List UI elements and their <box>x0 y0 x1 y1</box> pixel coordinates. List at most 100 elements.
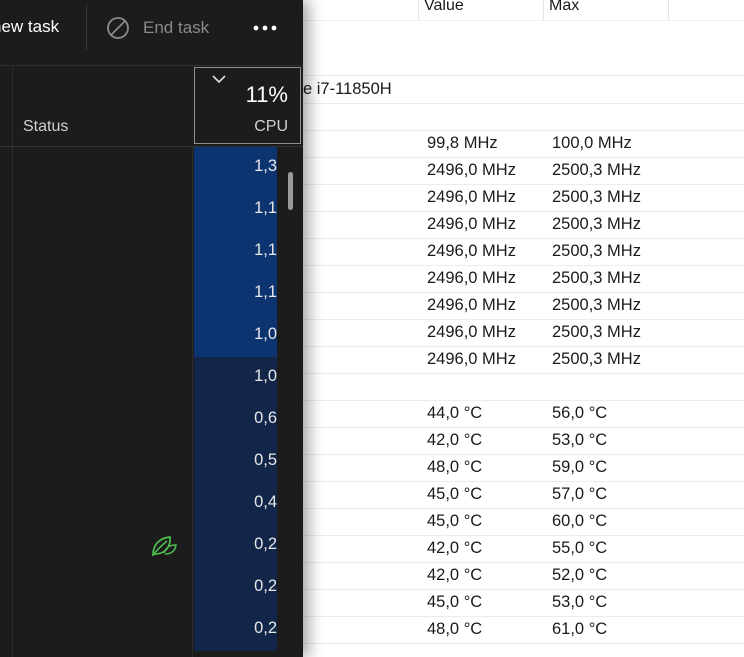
sensor-max: 2500,3 MHz <box>552 242 641 260</box>
table-row[interactable]: 45,0 °C 60,0 °C <box>303 508 744 536</box>
table-row[interactable]: 2496,0 MHz 2500,3 MHz <box>303 184 744 212</box>
chevron-down-icon <box>212 75 226 84</box>
sensor-value: 99,8 MHz <box>427 134 498 152</box>
sensor-max: 53,0 °C <box>552 431 608 449</box>
sensor-value: 45,0 °C <box>427 512 483 530</box>
end-task-button[interactable]: End task <box>106 14 209 42</box>
sensor-value: 2496,0 MHz <box>427 161 516 179</box>
cpu-usage-value: 1,1 <box>254 199 277 217</box>
cpu-usage-cell[interactable]: 1,0 <box>194 315 277 357</box>
sensor-value: 2496,0 MHz <box>427 188 516 206</box>
cpu-usage-cell[interactable]: 1,1 <box>194 189 277 231</box>
cpu-usage-value: 0,6 <box>254 409 277 427</box>
table-row[interactable]: 99,8 MHz 100,0 MHz <box>303 130 744 158</box>
scrollbar-track[interactable] <box>277 147 303 657</box>
table-row[interactable]: 48,0 °C 59,0 °C <box>303 454 744 482</box>
sensor-max: 55,0 °C <box>552 539 608 557</box>
sensor-max: 2500,3 MHz <box>552 161 641 179</box>
sensor-value: 48,0 °C <box>427 458 483 476</box>
cpu-usage-value: 0,2 <box>254 619 277 637</box>
cpu-usage-value: 0,5 <box>254 451 277 469</box>
cpu-usage-cell[interactable]: 0,2 <box>194 609 277 651</box>
sensor-value: 2496,0 MHz <box>427 296 516 314</box>
toolbar: new task End task <box>0 0 303 66</box>
cpu-usage-cell[interactable]: 1,1 <box>194 231 277 273</box>
table-row[interactable]: 2496,0 MHz 2500,3 MHz <box>303 346 744 374</box>
column-divider[interactable] <box>418 0 419 20</box>
cpu-name-label: e i7-11850H <box>303 80 392 98</box>
cpu-usage-cell[interactable]: 0,2 <box>194 525 277 567</box>
value-column-header[interactable]: Value <box>424 0 464 15</box>
task-manager-window: new task End task Status 11% CPU <box>0 0 303 657</box>
sensor-value: 2496,0 MHz <box>427 215 516 233</box>
cpu-usage-cell[interactable]: 1,1 <box>194 273 277 315</box>
sensor-max: 61,0 °C <box>552 620 608 638</box>
cpu-usage-value: 1,0 <box>254 367 277 385</box>
sensor-max: 2500,3 MHz <box>552 269 641 287</box>
sensor-max: 57,0 °C <box>552 485 608 503</box>
sensor-max: 53,0 °C <box>552 593 608 611</box>
table-row[interactable]: 42,0 °C 53,0 °C <box>303 427 744 455</box>
column-divider[interactable] <box>192 147 193 657</box>
table-row[interactable]: 48,0 °C 61,0 °C <box>303 616 744 644</box>
sensor-value: 45,0 °C <box>427 485 483 503</box>
table-row-cpu-name[interactable]: e i7-11850H <box>303 76 744 104</box>
toolbar-divider <box>86 5 87 50</box>
status-column-header[interactable]: Status <box>23 118 68 136</box>
table-row[interactable]: 42,0 °C 52,0 °C <box>303 562 744 590</box>
sensor-max: 2500,3 MHz <box>552 296 641 314</box>
sensor-max: 2500,3 MHz <box>552 323 641 341</box>
column-divider[interactable] <box>543 0 544 20</box>
table-row[interactable]: 2496,0 MHz 2500,3 MHz <box>303 292 744 320</box>
table-row[interactable]: 45,0 °C 57,0 °C <box>303 481 744 509</box>
table-row[interactable]: 42,0 °C 55,0 °C <box>303 535 744 563</box>
cpu-usage-cell[interactable]: 0,6 <box>194 399 277 441</box>
sensor-max: 59,0 °C <box>552 458 608 476</box>
sensor-value: 2496,0 MHz <box>427 269 516 287</box>
sensor-value: 44,0 °C <box>427 404 483 422</box>
sensor-value: 48,0 °C <box>427 620 483 638</box>
column-divider[interactable] <box>12 66 13 657</box>
cpu-usage-value: 1,3 <box>254 157 277 175</box>
sensor-max: 2500,3 MHz <box>552 188 641 206</box>
max-column-header[interactable]: Max <box>549 0 579 15</box>
cpu-column-header[interactable]: 11% CPU <box>194 67 301 144</box>
table-row-blank[interactable] <box>303 103 744 131</box>
cpu-column-label: CPU <box>254 118 288 135</box>
sensor-max: 2500,3 MHz <box>552 350 641 368</box>
more-options-button[interactable] <box>250 14 280 42</box>
sensor-value: 2496,0 MHz <box>427 323 516 341</box>
sensor-value: 42,0 °C <box>427 539 483 557</box>
table-row-blank[interactable] <box>303 373 744 401</box>
scrollbar-thumb[interactable] <box>288 172 293 210</box>
table-row[interactable]: 2496,0 MHz 2500,3 MHz <box>303 211 744 239</box>
cpu-usage-value: 0,2 <box>254 577 277 595</box>
table-row[interactable]: 45,0 °C 53,0 °C <box>303 589 744 617</box>
run-new-task-button[interactable]: new task <box>0 17 59 37</box>
cpu-usage-cell[interactable]: 0,4 <box>194 483 277 525</box>
cpu-usage-value: 1,0 <box>254 325 277 343</box>
table-row[interactable]: 2496,0 MHz 2500,3 MHz <box>303 157 744 185</box>
process-column-header: Status 11% CPU <box>0 66 303 147</box>
cpu-usage-cell[interactable]: 1,3 <box>194 147 277 189</box>
table-row[interactable]: 2496,0 MHz 2500,3 MHz <box>303 265 744 293</box>
table-row[interactable]: 44,0 °C 56,0 °C <box>303 400 744 428</box>
sensor-value: 2496,0 MHz <box>427 350 516 368</box>
cpu-usage-cell[interactable]: 1,0 <box>194 357 277 399</box>
column-divider[interactable] <box>668 0 669 20</box>
table-row[interactable]: 2496,0 MHz 2500,3 MHz <box>303 238 744 266</box>
cpu-usage-column: 1,3 1,1 1,1 1,1 1,0 1,0 0,6 0,5 0,4 0,2 0,2 0,2 <box>194 147 277 657</box>
cpu-usage-value: 0,2 <box>254 535 277 553</box>
sensor-max: 60,0 °C <box>552 512 608 530</box>
more-icon <box>253 25 277 31</box>
table-row-blank[interactable] <box>303 48 744 76</box>
table-row[interactable]: 2496,0 MHz 2500,3 MHz <box>303 319 744 347</box>
sensor-max: 52,0 °C <box>552 566 608 584</box>
cpu-usage-value: 0,4 <box>254 493 277 511</box>
cpu-usage-value: 1,1 <box>254 241 277 259</box>
cpu-total-percent: 11% <box>245 82 288 107</box>
cpu-usage-cell[interactable]: 0,5 <box>194 441 277 483</box>
sensor-value: 2496,0 MHz <box>427 242 516 260</box>
cpu-usage-cell[interactable]: 0,2 <box>194 567 277 609</box>
cpu-usage-value: 1,1 <box>254 283 277 301</box>
